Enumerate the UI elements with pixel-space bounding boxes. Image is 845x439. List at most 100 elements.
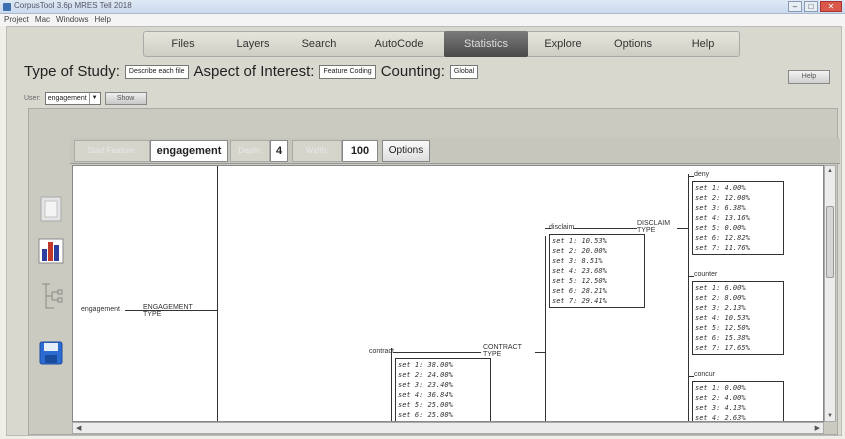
disclaim-branch-line — [688, 174, 689, 421]
stat-row: set 1: 38.00% — [398, 361, 453, 369]
minimize-button[interactable]: – — [788, 1, 802, 12]
disclaim-type-label: DISCLAIM TYPE — [637, 220, 671, 234]
deny-node-label: deny — [694, 171, 710, 178]
depth-field[interactable]: 4 — [270, 140, 288, 162]
maximize-button[interactable]: □ — [804, 1, 818, 12]
start-feature-field[interactable]: engagement — [150, 140, 228, 162]
stat-row: set 6: 28.21% — [552, 287, 607, 295]
user-label: User: — [24, 95, 41, 102]
save-icon[interactable] — [36, 338, 66, 368]
stat-row: set 6: 12.82% — [695, 234, 750, 242]
chevron-down-icon: ▼ — [88, 93, 98, 104]
contract-stats-box: set 1: 38.00% set 2: 24.00% set 3: 23.40… — [395, 358, 491, 421]
disclaim-connector — [573, 228, 637, 229]
stat-row: set 2: 12.00% — [695, 194, 750, 202]
counting-label: Counting: — [380, 63, 445, 80]
window-titlebar: CorpusTool 3.6p MRES Tell 2018 – □ ✕ — [0, 0, 845, 14]
stat-row: set 1: 10.53% — [552, 237, 607, 245]
show-button[interactable]: Show — [104, 92, 147, 105]
stat-row: set 3: 6.38% — [695, 204, 746, 212]
scroll-left-icon[interactable]: ◀ — [76, 424, 81, 432]
counter-node-label: counter — [694, 271, 718, 278]
tab-files[interactable]: Files — [144, 31, 222, 57]
stat-row: set 4: 23.68% — [552, 267, 607, 275]
stat-row: set 5: 25.00% — [398, 401, 453, 409]
type-of-study-button[interactable]: Describe each file — [124, 64, 189, 79]
scroll-down-icon[interactable]: ▼ — [826, 412, 834, 420]
disclaim-stats-box: set 1: 10.53% set 2: 20.00% set 3: 8.51%… — [549, 234, 645, 308]
tab-bar: Files Layers Search AutoCode Statistics … — [143, 31, 740, 57]
stat-row: set 2: 8.00% — [695, 294, 746, 302]
tab-autocode[interactable]: AutoCode — [354, 31, 444, 57]
contract-type-tick — [535, 352, 545, 353]
tab-help[interactable]: Help — [668, 31, 738, 57]
contract-branch-line — [545, 236, 546, 421]
stat-row: set 7: 11.76% — [695, 244, 750, 252]
aspect-of-interest-button[interactable]: Feature Coding — [319, 64, 376, 79]
app-icon — [3, 3, 11, 11]
tab-explore[interactable]: Explore — [528, 31, 598, 57]
contract-stem — [391, 348, 392, 421]
stat-row: set 4: 2.63% — [695, 414, 746, 422]
concur-node-label: concur — [694, 371, 716, 378]
width-label: Width: — [292, 140, 342, 162]
tree-diagram-icon[interactable] — [36, 280, 66, 310]
user-row: User: engagement ▼ Show — [24, 92, 147, 105]
scroll-thumb[interactable] — [826, 206, 834, 278]
stat-row: set 3: 4.13% — [695, 404, 746, 412]
vertical-scrollbar[interactable]: ▲ ▼ — [824, 165, 836, 422]
stat-row: set 2: 4.00% — [695, 394, 746, 402]
depth-label: Depth: — [230, 140, 270, 162]
stat-row: set 5: 0.00% — [695, 224, 746, 232]
root-divider — [217, 166, 218, 421]
stat-row: set 5: 12.50% — [695, 324, 750, 332]
menu-project[interactable]: Project — [4, 14, 29, 26]
scroll-up-icon[interactable]: ▲ — [826, 167, 834, 175]
deny-stats-box: set 1: 4.00% set 2: 12.00% set 3: 6.38% … — [692, 181, 784, 255]
stat-row: set 6: 15.38% — [695, 334, 750, 342]
horizontal-scrollbar[interactable]: ◀ ▶ — [72, 422, 824, 434]
menu-windows[interactable]: Windows — [56, 14, 88, 26]
menu-help[interactable]: Help — [94, 14, 110, 26]
tab-options[interactable]: Options — [598, 31, 668, 57]
bar-chart-icon[interactable] — [36, 236, 66, 266]
stat-row: set 4: 10.53% — [695, 314, 750, 322]
stat-row: set 1: 4.00% — [695, 184, 746, 192]
contract-type-label: CONTRACT TYPE — [483, 344, 522, 358]
menu-mac[interactable]: Mac — [35, 14, 50, 26]
document-icon[interactable] — [36, 194, 66, 224]
stat-row: set 2: 24.00% — [398, 371, 453, 379]
stat-row: set 3: 2.13% — [695, 304, 746, 312]
tab-statistics[interactable]: Statistics — [444, 31, 528, 57]
close-button[interactable]: ✕ — [820, 1, 842, 12]
tree-canvas: engagement ENGAGEMENT TYPE contract CONT… — [72, 165, 824, 422]
stat-row: set 6: 25.00% — [398, 411, 453, 419]
aspect-of-interest-label: Aspect of Interest: — [193, 63, 315, 80]
disclaim-node-label: disclaim — [549, 224, 575, 231]
root-type-label: ENGAGEMENT TYPE — [143, 304, 193, 318]
stat-row: set 3: 8.51% — [552, 257, 603, 265]
tab-layers[interactable]: Layers — [222, 31, 284, 57]
stat-row: set 3: 23.40% — [398, 381, 453, 389]
stat-row: set 7: 29.41% — [552, 297, 607, 305]
parameter-bar: Start Feature: engagement Depth: 4 Width… — [70, 138, 840, 164]
width-field[interactable]: 100 — [342, 140, 378, 162]
window-title: CorpusTool 3.6p MRES Tell 2018 — [14, 1, 132, 10]
type-of-study-label: Type of Study: — [24, 63, 120, 80]
stat-row: set 7: 17.65% — [695, 344, 750, 352]
scroll-right-icon[interactable]: ▶ — [815, 424, 820, 432]
counter-stats-box: set 1: 6.00% set 2: 8.00% set 3: 2.13% s… — [692, 281, 784, 355]
tab-search[interactable]: Search — [284, 31, 354, 57]
window-controls: – □ ✕ — [788, 1, 842, 12]
user-select[interactable]: engagement ▼ — [44, 92, 101, 105]
start-feature-label: Start Feature: — [74, 140, 150, 162]
counting-button[interactable]: Global — [449, 64, 479, 79]
stat-row: set 5: 12.50% — [552, 277, 607, 285]
concur-stats-box: set 1: 0.00% set 2: 4.00% set 3: 4.13% s… — [692, 381, 784, 422]
stat-row: set 4: 36.84% — [398, 391, 453, 399]
contract-connector — [393, 352, 481, 353]
stat-row: set 2: 20.00% — [552, 247, 607, 255]
user-select-value: engagement — [47, 95, 87, 102]
help-button[interactable]: Help — [788, 70, 830, 84]
options-button[interactable]: Options — [382, 140, 430, 162]
